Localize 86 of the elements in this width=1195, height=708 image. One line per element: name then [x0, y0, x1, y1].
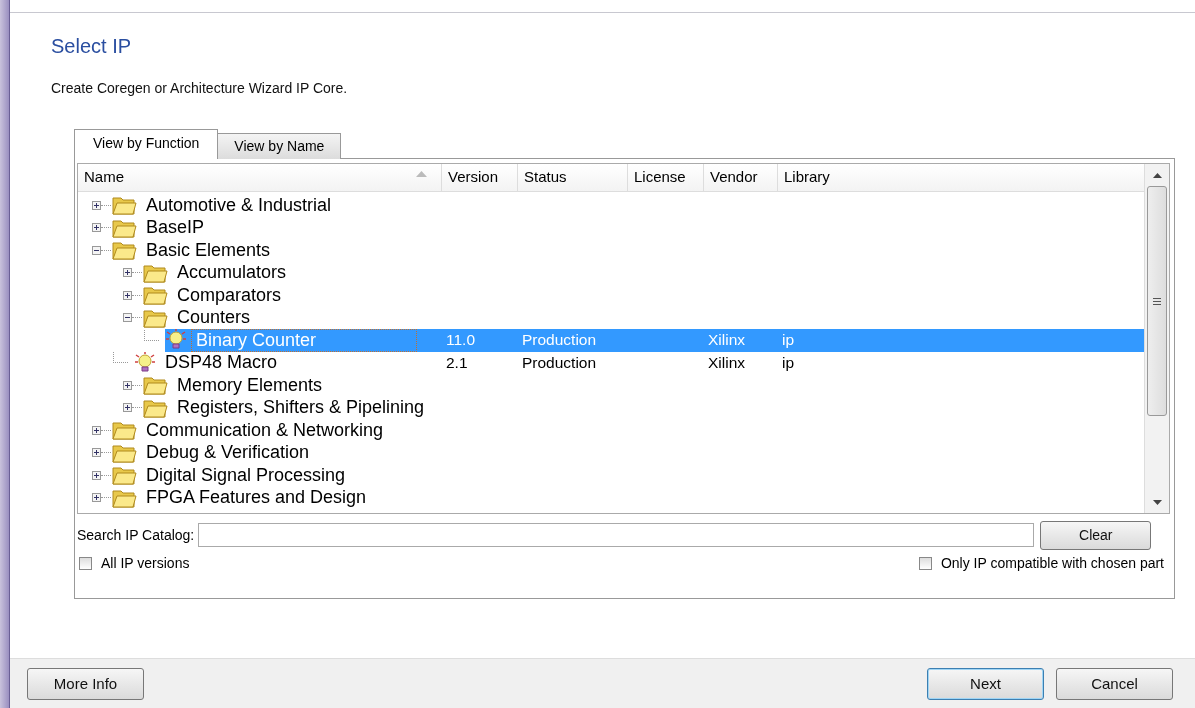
folder-icon [112, 442, 137, 463]
item-name: Basic Elements [146, 239, 271, 261]
item-name: Counters [177, 307, 251, 329]
item-name: Binary Counter [192, 329, 417, 351]
folder-icon [112, 217, 137, 238]
checkbox[interactable] [79, 556, 92, 570]
tree-row[interactable]: DSP48 Macro 2.1 Production Xilinx ip [134, 351, 1144, 374]
folder-icon [143, 262, 168, 283]
search-field[interactable] [198, 523, 1035, 547]
dialog-subtitle: Create Coregen or Architecture Wizard IP Core. [51, 80, 349, 96]
checkbox[interactable] [918, 556, 932, 570]
tree-row[interactable]: Comparators [143, 284, 1144, 307]
tree-row[interactable]: Registers, Shifters & Pipelining [143, 396, 1144, 419]
collapse-icon[interactable] [92, 245, 101, 255]
column-header[interactable]: Status [518, 164, 628, 191]
vendor-cell: Xilinx [708, 331, 746, 350]
folder-icon [143, 397, 168, 418]
folder-icon [112, 240, 137, 261]
tree-row[interactable]: Automotive & Industrial [112, 194, 1144, 217]
tree-row[interactable]: BaseIP [112, 216, 1144, 239]
scrollbar[interactable] [1144, 164, 1169, 513]
expand-icon[interactable] [123, 380, 132, 390]
tab[interactable]: View by Name [217, 133, 342, 159]
item-name: Debug & Verification [146, 442, 310, 464]
column-header[interactable]: License [628, 164, 704, 191]
lightbulb-icon [134, 351, 156, 374]
search-label: Search IP Catalog: [77, 527, 195, 543]
folder-icon [112, 465, 137, 486]
tree-row[interactable]: Debug & Verification [112, 441, 1144, 464]
expand-icon[interactable] [92, 425, 101, 435]
item-name: Accumulators [177, 262, 287, 284]
item-name: FPGA Features and Design [146, 487, 367, 509]
column-header[interactable]: Version [442, 164, 518, 191]
folder-icon [112, 420, 137, 441]
tree-row[interactable]: Memory Elements [143, 374, 1144, 397]
grip-icon [1153, 297, 1161, 305]
expand-icon[interactable] [92, 223, 101, 233]
status-cell: Production [522, 331, 597, 350]
item-name: Digital Signal Processing [146, 464, 346, 486]
dialog-button[interactable]: Cancel [1056, 667, 1173, 700]
dialog-title: Select IP [51, 35, 133, 59]
collapse-icon[interactable] [123, 313, 132, 323]
folder-icon [143, 375, 168, 396]
dialog-button[interactable]: More Info [27, 667, 144, 700]
library-cell: ip [782, 353, 795, 372]
vendor-cell: Xilinx [708, 353, 746, 372]
sort-up-icon [416, 171, 427, 177]
item-name: Comparators [177, 284, 282, 306]
tree-row[interactable]: Accumulators [143, 261, 1144, 284]
tree-row[interactable]: Basic Elements [112, 239, 1144, 262]
scroll-down-icon[interactable] [1152, 499, 1162, 505]
column-header[interactable]: Name [78, 164, 442, 191]
checkbox-label: Only IP compatible with chosen part [940, 555, 1164, 571]
checkbox-label: All IP versions [101, 555, 190, 571]
tree-row[interactable]: Counters [143, 306, 1144, 329]
scroll-up-icon[interactable] [1152, 172, 1162, 178]
folder-icon [143, 307, 168, 328]
expand-icon[interactable] [92, 200, 101, 210]
tree-row[interactable]: Communication & Networking [112, 419, 1144, 442]
expand-icon[interactable] [123, 290, 132, 300]
scroll-thumb[interactable] [1147, 186, 1167, 416]
item-name: BaseIP [146, 217, 205, 239]
lightbulb-icon [165, 329, 187, 352]
tree-row[interactable]: FPGA Features and Design [112, 486, 1144, 509]
item-name: Memory Elements [177, 374, 323, 396]
tree-row[interactable]: Digital Signal Processing [112, 464, 1144, 487]
version-cell: 11.0 [446, 331, 476, 350]
version-cell: 2.1 [446, 353, 468, 372]
expand-icon[interactable] [92, 470, 101, 480]
clear-button[interactable]: Clear [1040, 520, 1152, 550]
status-cell: Production [522, 353, 597, 372]
item-name: Registers, Shifters & Pipelining [177, 397, 425, 419]
folder-icon [112, 195, 137, 216]
column-header[interactable]: Vendor [704, 164, 778, 191]
item-name: DSP48 Macro [165, 352, 278, 374]
item-name: Communication & Networking [146, 419, 384, 441]
tab[interactable]: View by Function [74, 129, 219, 159]
expand-icon[interactable] [92, 493, 101, 503]
dialog-button[interactable]: Next [927, 667, 1044, 700]
expand-icon[interactable] [123, 268, 132, 278]
expand-icon[interactable] [92, 448, 101, 458]
item-name: Automotive & Industrial [146, 194, 332, 216]
folder-icon [143, 285, 168, 306]
expand-icon[interactable] [123, 403, 132, 413]
library-cell: ip [782, 331, 795, 350]
folder-icon [112, 487, 137, 508]
